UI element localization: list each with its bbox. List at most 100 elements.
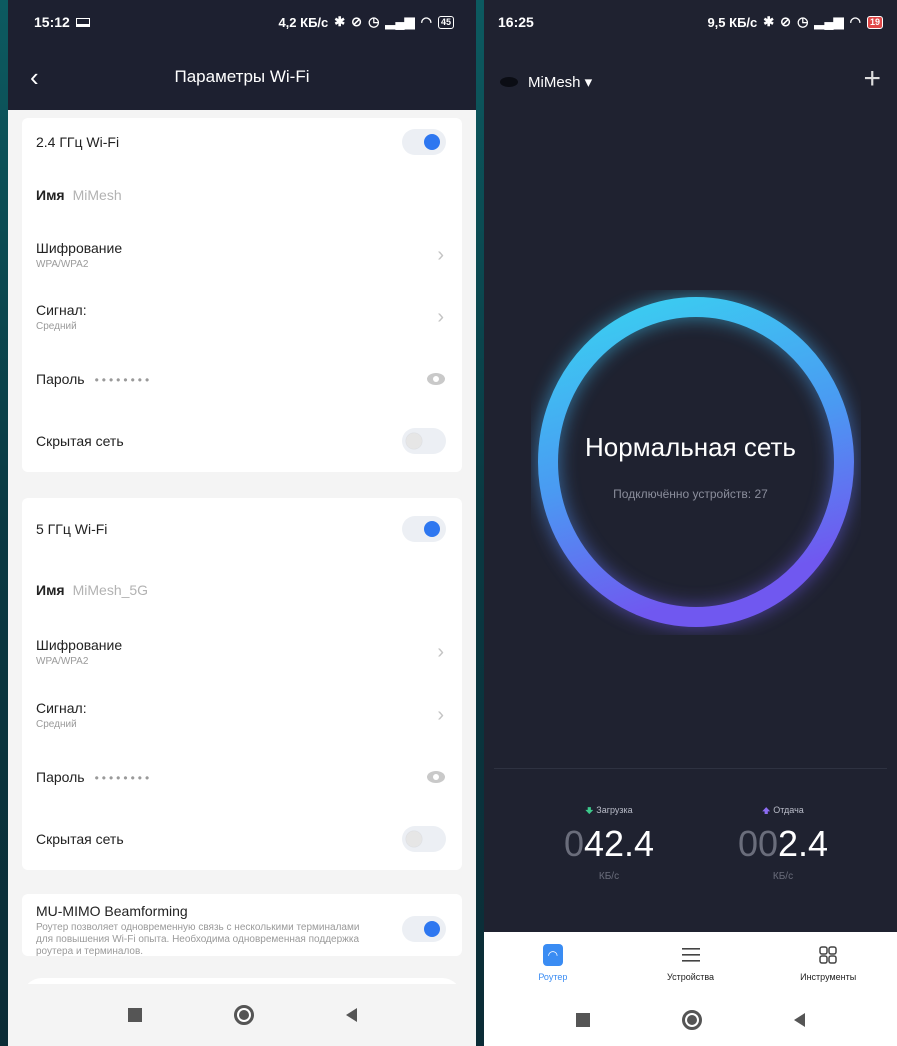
upload-value: 2.4: [778, 823, 829, 864]
download-unit: КБ/с: [598, 871, 620, 882]
router-icon: ◠: [542, 944, 563, 966]
system-nav-bar: [484, 994, 897, 1046]
name-label: Имя: [36, 582, 65, 598]
signal-label: Сигнал:: [36, 302, 87, 318]
signal-icon: ▂▄▆: [385, 14, 415, 29]
signal-row[interactable]: Сигнал: Средний ›: [22, 684, 462, 746]
mumimo-title: MU-MIMO Beamforming: [36, 903, 188, 919]
band-5-toggle[interactable]: [402, 516, 446, 542]
mute-icon: ⊘: [780, 14, 792, 29]
eye-icon[interactable]: [426, 372, 446, 386]
status-time: 15:12: [34, 14, 70, 30]
status-bar: 16:25 9,5 КБ/с ✱ ⊘ ◷ ▂▄▆ ◠ 19: [484, 0, 897, 44]
mumimo-description: Роутер позволяет одновременную связь с н…: [36, 922, 360, 956]
hidden-network-toggle[interactable]: [402, 826, 446, 852]
left-screen-wifi-settings: 15:12 4,2 КБ/с ✱ ⊘ ◷ ▂▄▆ ◠ 45 ‹ Параметр…: [8, 0, 476, 1046]
hidden-network-toggle[interactable]: [402, 428, 446, 454]
band-5-card: 5 ГГц Wi-Fi Имя MiMesh_5G Шифрование WPA/…: [22, 498, 462, 870]
name-label: Имя: [36, 187, 65, 203]
mumimo-row: MU-MIMO Beamforming Роутер позволяет одн…: [22, 894, 462, 956]
status-speed: 4,2 КБ/с: [278, 14, 329, 30]
bluetooth-icon: ✱: [334, 14, 346, 29]
password-value: ••••••••: [94, 771, 153, 785]
divider: [494, 768, 887, 769]
name-row[interactable]: Имя MiMesh: [22, 166, 462, 224]
tab-tools-label: Инструменты: [800, 972, 857, 982]
eye-icon[interactable]: [426, 770, 446, 784]
upload-stat: Отдача 002.4 КБ/с: [698, 805, 868, 882]
system-nav-bar: [8, 984, 476, 1046]
router-device-icon: [500, 77, 518, 87]
mumimo-toggle[interactable]: [402, 916, 446, 942]
encryption-label: Шифрование: [36, 637, 123, 653]
band-24-card: 2.4 ГГц Wi-Fi Имя MiMesh Шифрование WPA/W…: [22, 118, 462, 472]
signal-value: Средний: [36, 321, 77, 332]
encryption-value: WPA/WPA2: [36, 656, 89, 667]
download-stat: Загрузка 042.4 КБ/с: [524, 805, 694, 882]
password-row[interactable]: Пароль ••••••••: [22, 746, 462, 808]
network-selector[interactable]: MiMesh ▾: [528, 73, 592, 91]
band-5-toggle-row: 5 ГГц Wi-Fi: [22, 498, 462, 560]
page-title: Параметры Wi-Fi: [174, 67, 310, 86]
encryption-row[interactable]: Шифрование WPA/WPA2 ›: [22, 224, 462, 286]
app-header: ‹ Параметры Wi-Fi: [8, 44, 476, 110]
back-icon[interactable]: [794, 1013, 805, 1027]
tab-router-label: Роутер: [538, 972, 568, 982]
download-icon: [585, 807, 594, 815]
download-value: 42.4: [583, 823, 655, 864]
tab-router[interactable]: ◠ Роутер: [484, 932, 622, 994]
battery-icon: 19: [866, 15, 883, 29]
chevron-right-icon: ›: [437, 244, 444, 266]
connected-devices-count: Подключённо устройств: 27: [613, 487, 768, 501]
home-icon[interactable]: [682, 1010, 702, 1030]
alarm-icon: ◷: [797, 14, 809, 29]
home-icon[interactable]: [233, 1005, 254, 1025]
band-24-label: 2.4 ГГц Wi-Fi: [36, 134, 120, 150]
mumimo-card: MU-MIMO Beamforming Роутер позволяет одн…: [22, 894, 462, 956]
encryption-label: Шифрование: [36, 240, 123, 256]
password-label: Пароль: [36, 769, 85, 785]
band-5-label: 5 ГГц Wi-Fi: [36, 521, 108, 537]
hidden-network-row: Скрытая сеть: [22, 410, 462, 472]
status-speed: 9,5 КБ/с: [707, 14, 758, 30]
grid-icon: [818, 944, 838, 966]
chevron-left-icon[interactable]: ‹: [30, 62, 39, 93]
band-24-toggle[interactable]: [402, 129, 446, 155]
recents-icon[interactable]: [127, 1008, 142, 1022]
wifi-icon: ◠: [420, 14, 432, 29]
network-status-title: Нормальная сеть: [585, 432, 796, 462]
battery-icon: 45: [437, 15, 454, 29]
download-label: Загрузка: [596, 805, 633, 815]
chevron-right-icon: ›: [437, 306, 444, 328]
upload-leading-zeros: 00: [737, 823, 778, 864]
status-time: 16:25: [498, 14, 534, 30]
tab-tools[interactable]: Инструменты: [759, 932, 897, 994]
back-icon[interactable]: [345, 1008, 357, 1022]
encryption-value: WPA/WPA2: [36, 259, 89, 270]
upload-unit: КБ/с: [772, 871, 794, 882]
chevron-right-icon: ›: [437, 704, 444, 726]
name-value: MiMesh_5G: [72, 582, 149, 598]
signal-value: Средний: [36, 719, 77, 730]
name-row[interactable]: Имя MiMesh_5G: [22, 560, 462, 620]
status-bar: 15:12 4,2 КБ/с ✱ ⊘ ◷ ▂▄▆ ◠ 45: [8, 0, 476, 44]
upload-label: Отдача: [773, 805, 804, 815]
download-leading-zeros: 0: [563, 823, 584, 864]
right-screen-router-status: 16:25 9,5 КБ/с ✱ ⊘ ◷ ▂▄▆ ◠ 19 MiMesh ▾ +: [484, 0, 897, 1046]
tab-devices-label: Устройства: [666, 972, 715, 982]
password-row[interactable]: Пароль ••••••••: [22, 348, 462, 410]
signal-row[interactable]: Сигнал: Средний ›: [22, 286, 462, 348]
bottom-tab-bar: ◠ Роутер Устройства Инструменты: [484, 932, 897, 994]
wifi-icon: ◠: [849, 14, 861, 29]
upload-icon: [762, 807, 771, 815]
encryption-row[interactable]: Шифрование WPA/WPA2 ›: [22, 620, 462, 684]
password-label: Пароль: [36, 371, 85, 387]
band-24-toggle-row: 2.4 ГГц Wi-Fi: [22, 118, 462, 166]
mute-icon: ⊘: [351, 14, 363, 29]
list-icon: [681, 944, 701, 966]
tab-devices[interactable]: Устройства: [622, 932, 760, 994]
signal-label: Сигнал:: [36, 700, 87, 716]
hidden-network-label: Скрытая сеть: [36, 831, 124, 847]
recents-icon[interactable]: [576, 1013, 590, 1027]
add-icon[interactable]: +: [863, 62, 881, 96]
